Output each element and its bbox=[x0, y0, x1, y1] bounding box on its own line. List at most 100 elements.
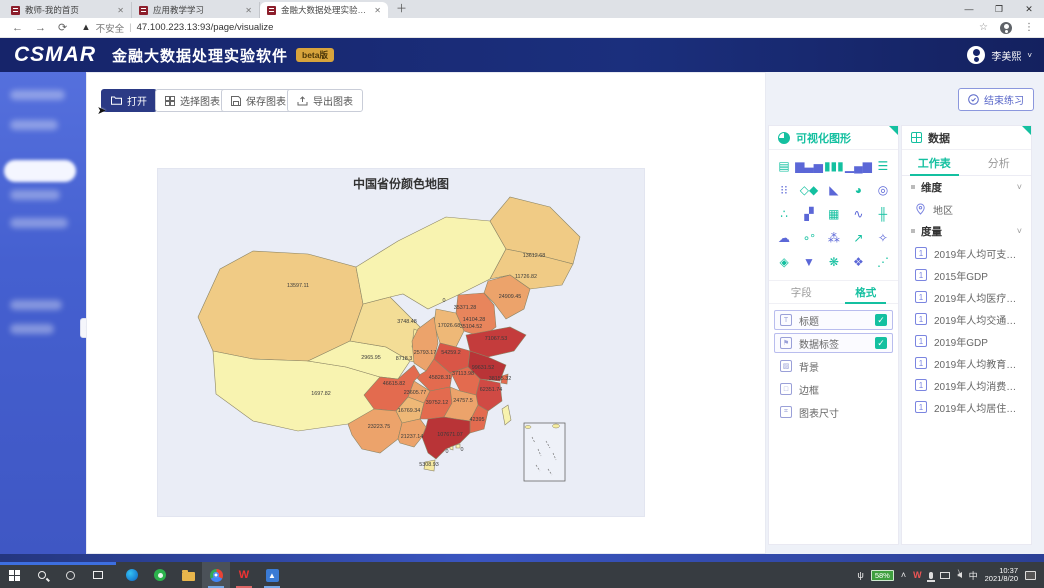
restore-button[interactable]: ❐ bbox=[984, 4, 1014, 15]
bar-chart-icon[interactable]: ▆▃▅ bbox=[795, 154, 823, 178]
format-option-背景[interactable]: ▨背景 bbox=[774, 356, 893, 376]
save-chart-button[interactable]: 保存图表 bbox=[221, 89, 296, 112]
back-button[interactable]: ← bbox=[12, 22, 23, 34]
trend-scatter-chart-icon[interactable]: ↗ bbox=[845, 226, 872, 250]
hidden-icons-chevron[interactable]: ˄ bbox=[901, 570, 906, 580]
province-广西[interactable] bbox=[398, 419, 426, 447]
area-chart-icon[interactable]: ◣ bbox=[823, 178, 845, 202]
tab-format[interactable]: 格式 bbox=[834, 281, 899, 303]
china-map-chart-icon[interactable]: ❖ bbox=[845, 250, 872, 274]
dimension-item-region[interactable]: 地区 bbox=[902, 198, 1031, 220]
bubble-chart-icon[interactable]: ∘° bbox=[795, 226, 823, 250]
regression-chart-icon[interactable]: ⋰ bbox=[872, 250, 894, 274]
china-choropleth-map[interactable]: 13597.111697.822965.958718.33748.4801361… bbox=[158, 169, 644, 516]
file-explorer-taskbar-icon[interactable] bbox=[174, 562, 202, 588]
measure-item[interactable]: 12019年人均可支配收入 bbox=[902, 242, 1031, 264]
search-button[interactable] bbox=[28, 562, 56, 588]
browser-360-taskbar-icon[interactable] bbox=[146, 562, 174, 588]
tab-close-icon[interactable]: ✕ bbox=[245, 6, 252, 15]
wordcloud-chart-icon[interactable]: ☁ bbox=[773, 226, 795, 250]
battery-indicator[interactable]: 58% bbox=[871, 570, 894, 581]
tab-close-icon[interactable]: ✕ bbox=[117, 6, 124, 15]
chart-area[interactable]: 中国省份颜色地图 13597.111697.822965.958718.3374… bbox=[158, 169, 644, 516]
patch-chart-icon[interactable]: ▞ bbox=[795, 202, 823, 226]
measure-item[interactable]: 12015年GDP bbox=[902, 264, 1031, 286]
bookmark-star-icon[interactable]: ☆ bbox=[979, 22, 988, 33]
measure-item[interactable]: 12019年人均居住支出 bbox=[902, 396, 1031, 418]
measure-item[interactable]: 12019年人均消费支出 bbox=[902, 374, 1031, 396]
format-option-数据标签[interactable]: ⚑数据标签✓ bbox=[774, 333, 893, 353]
relation-chart-icon[interactable]: ⁂ bbox=[823, 226, 845, 250]
tab-title: 应用教学学习 bbox=[153, 4, 240, 16]
reload-button[interactable]: ⟳ bbox=[58, 21, 67, 34]
province-新疆[interactable] bbox=[198, 251, 363, 361]
taskbar-clock[interactable]: 10:37 2021/8/20 bbox=[985, 567, 1018, 584]
point-line-chart-icon[interactable]: ⁝⁝ bbox=[773, 178, 795, 202]
sidebar-active-item-blurred[interactable] bbox=[4, 160, 76, 182]
microphone-tray-icon[interactable] bbox=[929, 572, 933, 579]
browser-tab-3-active[interactable]: 金融大数据处理实验软件 ✕ bbox=[260, 2, 388, 18]
pie-chart-icon[interactable]: ◕ bbox=[845, 178, 872, 202]
start-button[interactable] bbox=[0, 562, 28, 588]
export-chart-button[interactable]: 导出图表 bbox=[287, 89, 363, 112]
network-chart-icon[interactable]: ❋ bbox=[823, 250, 845, 274]
profile-icon[interactable] bbox=[1000, 22, 1012, 34]
select-chart-button[interactable]: 选择图表 bbox=[155, 89, 230, 112]
measure-item[interactable]: 12019年人均医疗支出 bbox=[902, 286, 1031, 308]
wps-tray-icon[interactable]: W bbox=[913, 570, 922, 580]
task-view-button[interactable] bbox=[84, 562, 112, 588]
format-option-图表尺寸[interactable]: ⌗图表尺寸 bbox=[774, 402, 893, 422]
province-香港[interactable] bbox=[456, 444, 460, 448]
candlestick-chart-icon[interactable]: ╫ bbox=[872, 202, 894, 226]
polygon-chart-icon[interactable]: ◈ bbox=[773, 250, 795, 274]
funnel-chart-icon[interactable]: ▼ bbox=[795, 250, 823, 274]
browser-tab-1[interactable]: 教师-我的首页 ✕ bbox=[4, 2, 132, 18]
minimize-button[interactable]: — bbox=[954, 4, 984, 14]
province-澳门[interactable] bbox=[450, 446, 453, 450]
open-button[interactable]: 打开 bbox=[101, 89, 157, 112]
chrome-taskbar-icon[interactable] bbox=[202, 562, 230, 588]
wps-taskbar-icon[interactable]: W bbox=[230, 562, 258, 588]
format-option-边框[interactable]: □边框 bbox=[774, 379, 893, 399]
province-台湾[interactable] bbox=[502, 405, 511, 425]
docs-app-taskbar-icon[interactable]: ▲ bbox=[258, 562, 286, 588]
new-tab-button[interactable]: ＋ bbox=[396, 0, 407, 18]
measure-item[interactable]: 12019年人均交通通信... bbox=[902, 308, 1031, 330]
format-option-标题[interactable]: T标题✓ bbox=[774, 310, 893, 330]
forward-button[interactable]: → bbox=[35, 22, 46, 34]
edge-taskbar-icon[interactable] bbox=[118, 562, 146, 588]
input-method-indicator[interactable]: 中 bbox=[969, 569, 978, 582]
diamond-chart-icon[interactable]: ◇◆ bbox=[795, 178, 823, 202]
notification-center-icon[interactable] bbox=[1025, 571, 1036, 580]
browser-tab-2[interactable]: 应用教学学习 ✕ bbox=[132, 2, 260, 18]
scatter-chart-icon[interactable]: ∴ bbox=[773, 202, 795, 226]
line-chart-icon[interactable]: ∿ bbox=[845, 202, 872, 226]
donut-chart-icon[interactable]: ◎ bbox=[872, 178, 894, 202]
measure-item[interactable]: 12019年GDP bbox=[902, 330, 1031, 352]
speaker-tray-icon[interactable] bbox=[957, 572, 962, 578]
menu-dots-icon[interactable]: ⋮ bbox=[1024, 22, 1034, 33]
display-tray-icon[interactable] bbox=[940, 572, 950, 579]
measure-label: 2019年人均居住支出 bbox=[934, 400, 1022, 415]
checkbox-checked-icon[interactable]: ✓ bbox=[875, 337, 887, 349]
table-icon[interactable]: ▤ bbox=[773, 154, 795, 178]
horizontal-bar-chart-icon[interactable]: ☰ bbox=[872, 154, 894, 178]
tab-close-icon[interactable]: ✕ bbox=[374, 6, 381, 15]
measure-item[interactable]: 12019年人均教育支出 bbox=[902, 352, 1031, 374]
histogram-icon[interactable]: ▁▄▆ bbox=[845, 154, 872, 178]
address-bar[interactable]: ▲ 不安全 | 47.100.223.13:93/page/visualize bbox=[81, 21, 979, 35]
measure-label: 2019年人均交通通信... bbox=[934, 312, 1022, 327]
measures-section-header[interactable]: 度量 ˅ bbox=[902, 220, 1031, 242]
tab-fields[interactable]: 字段 bbox=[769, 281, 834, 303]
end-practice-button[interactable]: 结束练习 bbox=[958, 88, 1034, 111]
user-menu[interactable]: 李美熙 ˅ bbox=[967, 46, 1032, 64]
tab-analysis[interactable]: 分析 bbox=[967, 150, 1032, 175]
column-chart-icon[interactable]: ▮▮▮ bbox=[823, 154, 845, 178]
dimensions-section-header[interactable]: 维度 ˅ bbox=[902, 176, 1031, 198]
treemap-chart-icon[interactable]: ▦ bbox=[823, 202, 845, 226]
tab-worksheet[interactable]: 工作表 bbox=[902, 150, 967, 175]
radar-chart-icon[interactable]: ✧ bbox=[872, 226, 894, 250]
cortana-button[interactable] bbox=[56, 562, 84, 588]
close-button[interactable]: ✕ bbox=[1014, 4, 1044, 15]
checkbox-checked-icon[interactable]: ✓ bbox=[875, 314, 887, 326]
